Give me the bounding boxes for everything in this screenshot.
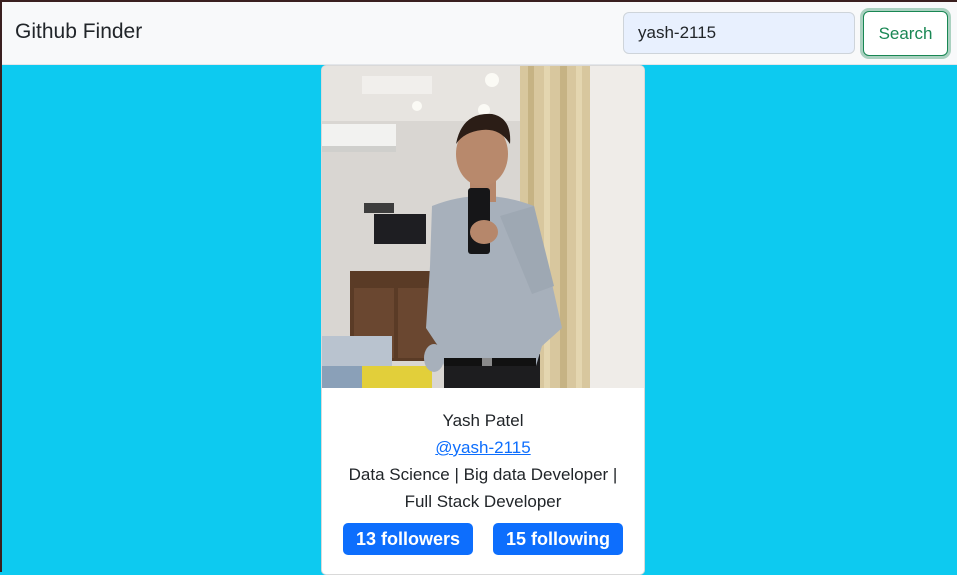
profile-card: Yash Patel @yash-2115 Data Science | Big… (321, 65, 645, 575)
profile-name: Yash Patel (442, 411, 524, 430)
profile-login-link[interactable]: @yash-2115 (322, 434, 644, 461)
stats-badges: 13 followers 15 following (322, 523, 644, 555)
avatar-photo-icon (322, 66, 644, 388)
avatar (322, 66, 644, 388)
profile-bio: Data Science | Big data Developer | Full… (348, 465, 618, 511)
card-body: Yash Patel @yash-2115 Data Science | Big… (322, 388, 644, 555)
following-badge: 15 following (493, 523, 624, 555)
search-input[interactable] (623, 12, 855, 54)
brand-title: Github Finder (15, 20, 143, 43)
followers-badge: 13 followers (342, 523, 474, 555)
navbar: Github Finder Search (0, 0, 957, 65)
search-button[interactable]: Search (863, 11, 948, 56)
